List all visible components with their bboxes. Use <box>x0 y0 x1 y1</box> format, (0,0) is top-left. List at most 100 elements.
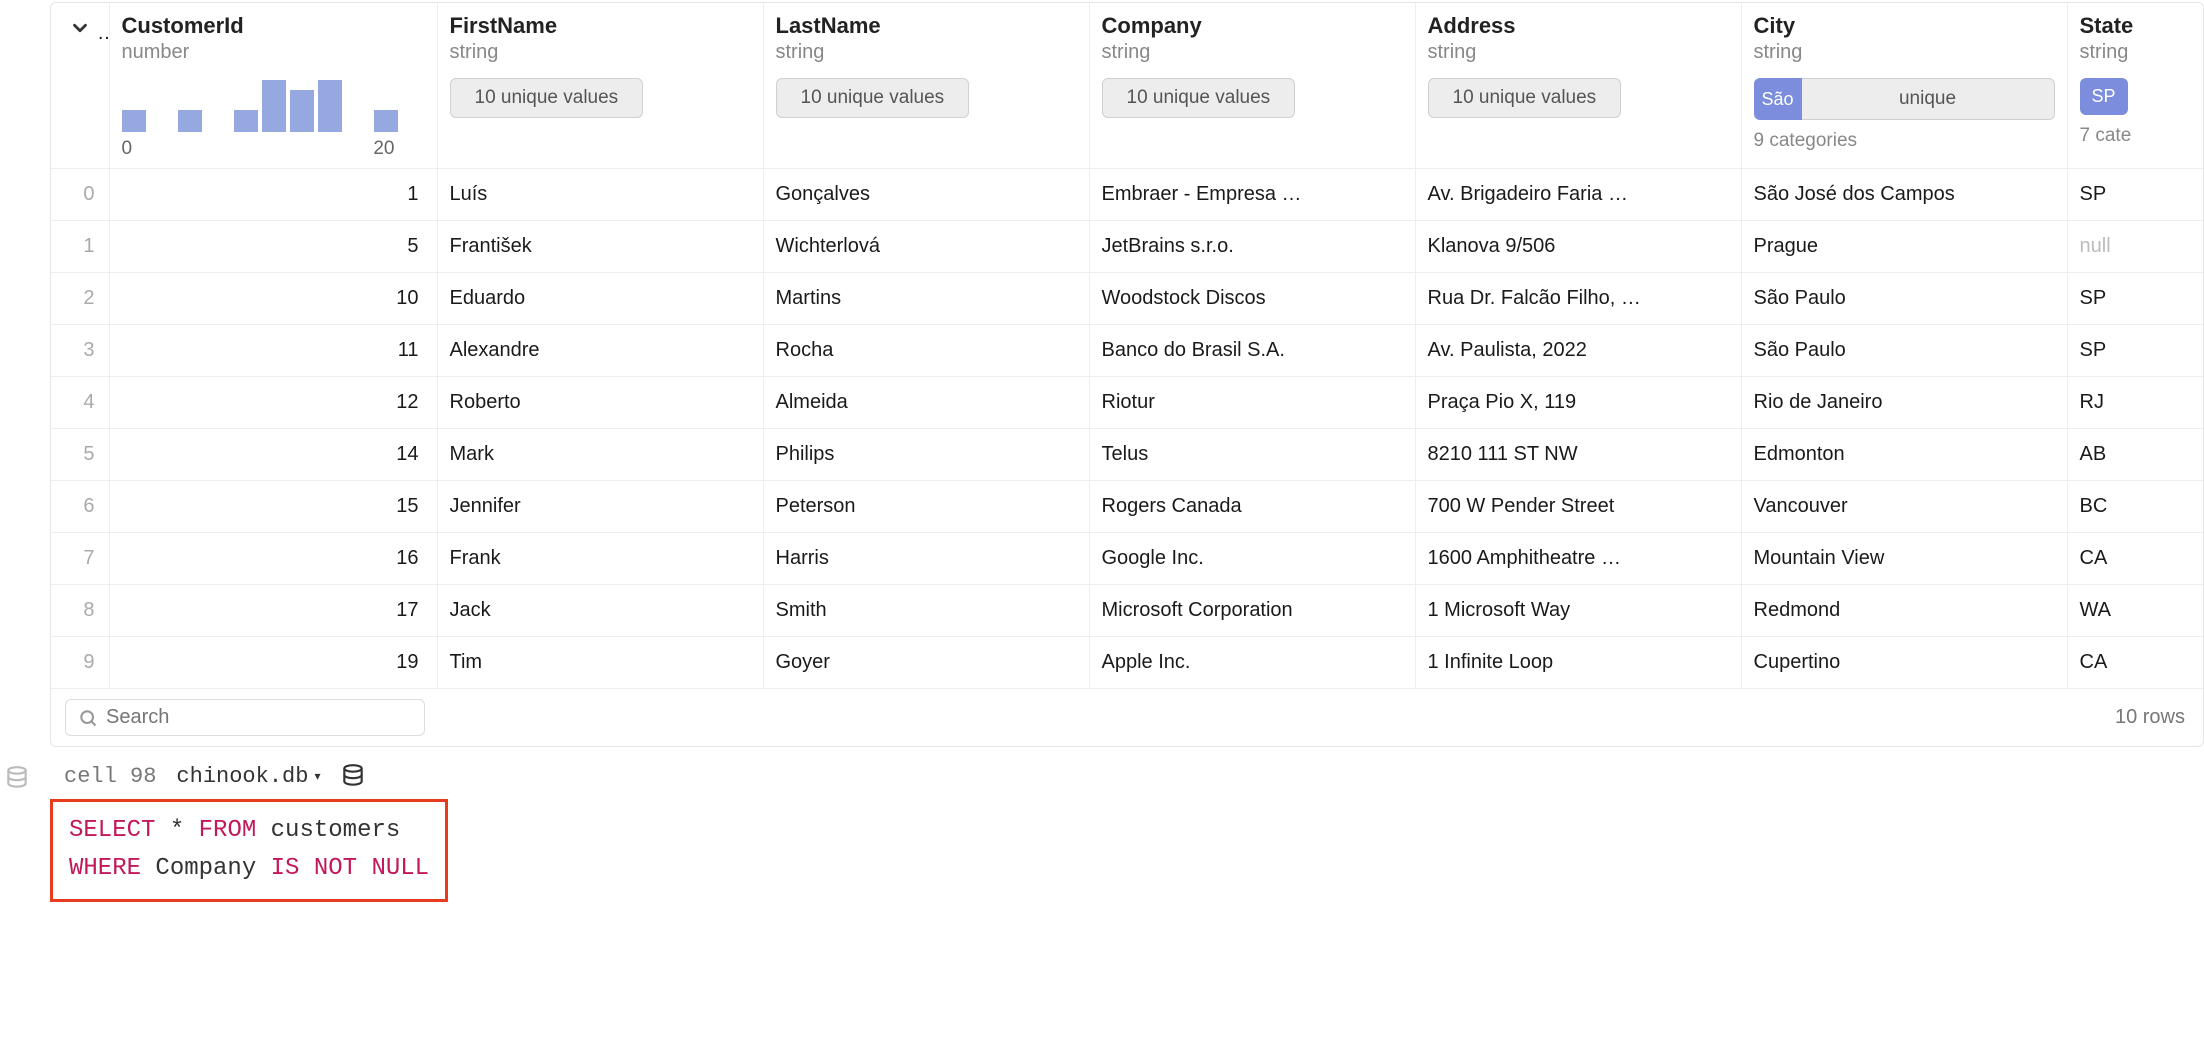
table-cell[interactable]: SP <box>2067 169 2204 221</box>
table-cell[interactable]: Goyer <box>763 637 1089 689</box>
table-cell[interactable]: SP <box>2067 273 2204 325</box>
categories-chip[interactable]: unique <box>1802 78 2055 120</box>
table-cell[interactable]: Cupertino <box>1741 637 2067 689</box>
table-row[interactable]: 817JackSmithMicrosoft Corporation1 Micro… <box>51 585 2204 637</box>
table-cell[interactable]: Wichterlová <box>763 221 1089 273</box>
table-cell[interactable]: Praça Pio X, 119 <box>1415 377 1741 429</box>
table-cell[interactable]: 9 <box>51 637 109 689</box>
table-cell[interactable]: 5 <box>51 429 109 481</box>
table-cell[interactable]: Microsoft Corporation <box>1089 585 1415 637</box>
top-category-pill[interactable]: São <box>1754 78 1802 120</box>
search-field[interactable] <box>106 706 412 729</box>
table-cell[interactable]: Embraer - Empresa … <box>1089 169 1415 221</box>
table-cell[interactable]: São Paulo <box>1741 325 2067 377</box>
database-icon[interactable] <box>340 763 366 789</box>
table-cell[interactable]: Peterson <box>763 481 1089 533</box>
table-cell[interactable]: Rio de Janeiro <box>1741 377 2067 429</box>
table-row[interactable]: 919TimGoyerApple Inc.1 Infinite LoopCupe… <box>51 637 2204 689</box>
table-cell[interactable]: BC <box>2067 481 2204 533</box>
unique-values-chip[interactable]: 10 unique values <box>450 78 644 118</box>
table-cell[interactable]: 1 <box>109 169 437 221</box>
table-cell[interactable]: 1600 Amphitheatre … <box>1415 533 1741 585</box>
table-cell[interactable]: 14 <box>109 429 437 481</box>
table-cell[interactable]: Woodstock Discos <box>1089 273 1415 325</box>
collapse-column-button[interactable] <box>51 3 109 169</box>
table-cell[interactable]: 0 <box>51 169 109 221</box>
table-row[interactable]: 412RobertoAlmeidaRioturPraça Pio X, 119R… <box>51 377 2204 429</box>
sql-editor[interactable]: SELECT * FROM customers WHERE Company IS… <box>50 799 448 902</box>
database-select[interactable]: chinook.db ▾ <box>176 764 320 789</box>
table-cell[interactable]: SP <box>2067 325 2204 377</box>
table-cell[interactable]: 2 <box>51 273 109 325</box>
table-cell[interactable]: Mountain View <box>1741 533 2067 585</box>
unique-values-chip[interactable]: 10 unique values <box>776 78 970 118</box>
table-cell[interactable]: Telus <box>1089 429 1415 481</box>
table-row[interactable]: 311AlexandreRochaBanco do Brasil S.A.Av.… <box>51 325 2204 377</box>
table-cell[interactable]: Alexandre <box>437 325 763 377</box>
unique-values-chip[interactable]: 10 unique values <box>1102 78 1296 118</box>
table-cell[interactable]: 1 <box>51 221 109 273</box>
table-row[interactable]: 615JenniferPetersonRogers Canada700 W Pe… <box>51 481 2204 533</box>
table-cell[interactable]: JetBrains s.r.o. <box>1089 221 1415 273</box>
table-cell[interactable]: 5 <box>109 221 437 273</box>
column-header-state[interactable]: State string SP 7 cate <box>2067 3 2204 169</box>
table-cell[interactable]: Gonçalves <box>763 169 1089 221</box>
table-cell[interactable]: Rua Dr. Falcão Filho, … <box>1415 273 1741 325</box>
table-cell[interactable]: Frank <box>437 533 763 585</box>
table-cell[interactable]: 700 W Pender Street <box>1415 481 1741 533</box>
table-cell[interactable]: Apple Inc. <box>1089 637 1415 689</box>
table-cell[interactable]: 15 <box>109 481 437 533</box>
table-cell[interactable]: Martins <box>763 273 1089 325</box>
table-cell[interactable]: 19 <box>109 637 437 689</box>
table-cell[interactable]: Harris <box>763 533 1089 585</box>
table-cell[interactable]: Jennifer <box>437 481 763 533</box>
table-cell[interactable]: Luís <box>437 169 763 221</box>
table-row[interactable]: 01LuísGonçalvesEmbraer - Empresa …Av. Br… <box>51 169 2204 221</box>
column-header-city[interactable]: City string São unique 9 categories <box>1741 3 2067 169</box>
table-cell[interactable]: 1 Microsoft Way <box>1415 585 1741 637</box>
table-cell[interactable]: Eduardo <box>437 273 763 325</box>
table-cell[interactable]: null <box>2067 221 2204 273</box>
table-cell[interactable]: Klanova 9/506 <box>1415 221 1741 273</box>
table-cell[interactable]: 16 <box>109 533 437 585</box>
table-cell[interactable]: 7 <box>51 533 109 585</box>
top-category-pill[interactable]: SP <box>2080 78 2128 115</box>
column-header-company[interactable]: Company string 10 unique values <box>1089 3 1415 169</box>
table-cell[interactable]: Edmonton <box>1741 429 2067 481</box>
search-input[interactable] <box>65 699 425 736</box>
column-header-address[interactable]: Address string 10 unique values <box>1415 3 1741 169</box>
table-cell[interactable]: Riotur <box>1089 377 1415 429</box>
table-cell[interactable]: Smith <box>763 585 1089 637</box>
table-cell[interactable]: František <box>437 221 763 273</box>
table-cell[interactable]: Rogers Canada <box>1089 481 1415 533</box>
table-cell[interactable]: 10 <box>109 273 437 325</box>
table-row[interactable]: 15FrantišekWichterlováJetBrains s.r.o.Kl… <box>51 221 2204 273</box>
table-cell[interactable]: WA <box>2067 585 2204 637</box>
table-cell[interactable]: Banco do Brasil S.A. <box>1089 325 1415 377</box>
table-cell[interactable]: Jack <box>437 585 763 637</box>
table-cell[interactable]: Rocha <box>763 325 1089 377</box>
column-header-firstname[interactable]: FirstName string 10 unique values <box>437 3 763 169</box>
table-cell[interactable]: 3 <box>51 325 109 377</box>
table-cell[interactable]: Almeida <box>763 377 1089 429</box>
table-cell[interactable]: 6 <box>51 481 109 533</box>
table-cell[interactable]: Av. Brigadeiro Faria … <box>1415 169 1741 221</box>
table-cell[interactable]: Roberto <box>437 377 763 429</box>
table-cell[interactable]: Tim <box>437 637 763 689</box>
table-cell[interactable]: Vancouver <box>1741 481 2067 533</box>
table-cell[interactable]: 12 <box>109 377 437 429</box>
table-cell[interactable]: RJ <box>2067 377 2204 429</box>
column-header-lastname[interactable]: LastName string 10 unique values <box>763 3 1089 169</box>
table-cell[interactable]: CA <box>2067 533 2204 585</box>
table-cell[interactable]: Prague <box>1741 221 2067 273</box>
table-cell[interactable]: 8210 111 ST NW <box>1415 429 1741 481</box>
table-cell[interactable]: 1 Infinite Loop <box>1415 637 1741 689</box>
table-row[interactable]: 210EduardoMartinsWoodstock DiscosRua Dr.… <box>51 273 2204 325</box>
table-cell[interactable]: 4 <box>51 377 109 429</box>
table-cell[interactable]: Philips <box>763 429 1089 481</box>
table-row[interactable]: 716FrankHarrisGoogle Inc.1600 Amphitheat… <box>51 533 2204 585</box>
table-cell[interactable]: São José dos Campos <box>1741 169 2067 221</box>
table-cell[interactable]: CA <box>2067 637 2204 689</box>
table-row[interactable]: 514MarkPhilipsTelus8210 111 ST NWEdmonto… <box>51 429 2204 481</box>
table-cell[interactable]: 11 <box>109 325 437 377</box>
